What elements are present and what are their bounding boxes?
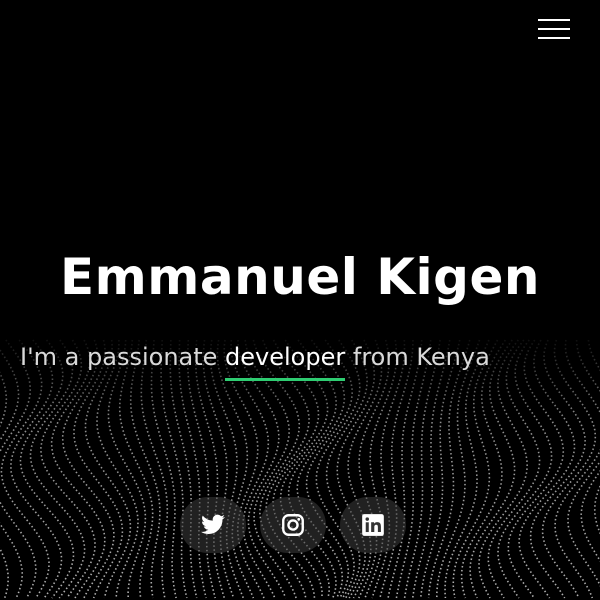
hero-tagline: I'm a passionate developer from Kenya	[20, 336, 560, 381]
twitter-icon	[201, 514, 225, 534]
menu-button[interactable]	[538, 16, 572, 42]
instagram-button[interactable]	[260, 497, 326, 553]
twitter-button[interactable]	[180, 497, 246, 553]
tagline-highlight: developer	[225, 336, 346, 381]
hero-name: Emmanuel Kigen	[60, 248, 540, 306]
tagline-suffix: from Kenya	[345, 343, 490, 371]
social-links	[180, 497, 406, 553]
linkedin-button[interactable]	[340, 497, 406, 553]
hamburger-menu-icon	[538, 19, 570, 21]
linkedin-icon	[362, 514, 384, 536]
instagram-icon	[282, 514, 304, 536]
hero-page: Emmanuel Kigen I'm a passionate develope…	[0, 0, 600, 600]
tagline-prefix: I'm a passionate	[20, 343, 226, 371]
